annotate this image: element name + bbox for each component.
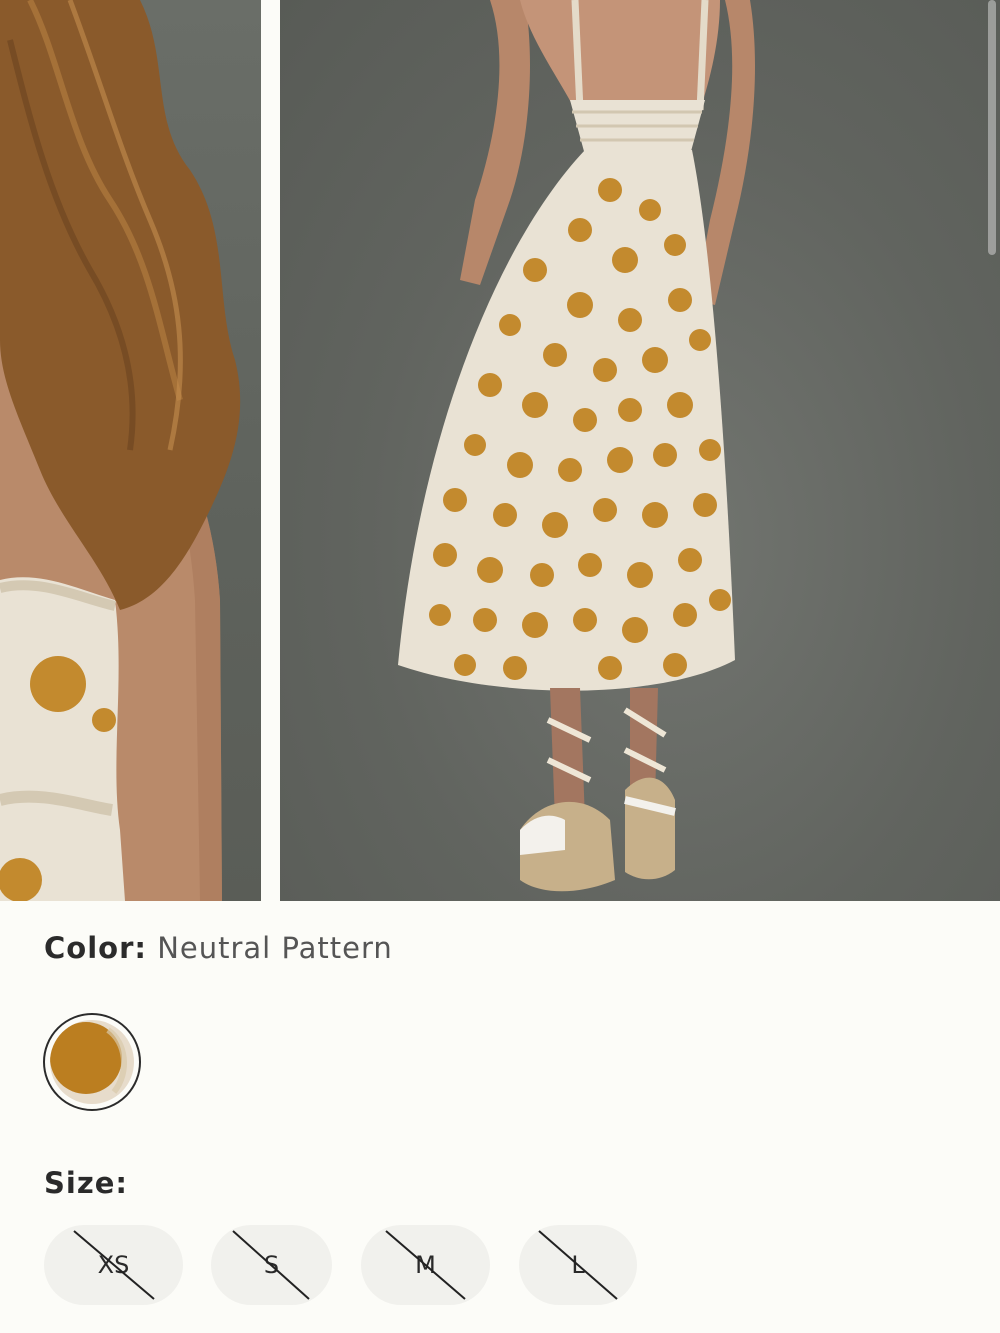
polka-dot [464, 434, 486, 456]
size-label: Size: [44, 1166, 128, 1200]
polka-dot [568, 218, 592, 242]
polka-dot [699, 439, 721, 461]
color-selection-label: Color: Neutral Pattern [44, 931, 393, 965]
polka-dot [593, 498, 617, 522]
polka-dot [639, 199, 661, 221]
gallery-scrollbar[interactable] [988, 0, 996, 255]
product-options: Color: Neutral Pattern Size: XS S M L [0, 901, 1000, 1333]
polka-dot [443, 488, 467, 512]
polka-dot [642, 502, 668, 528]
color-value: Neutral Pattern [157, 931, 393, 965]
polka-dot [612, 247, 638, 273]
polka-dot [642, 347, 668, 373]
unavailable-strike-icon [73, 1230, 155, 1300]
size-option-l[interactable]: L [519, 1225, 637, 1305]
polka-dot [673, 603, 697, 627]
polka-dot [567, 292, 593, 318]
polka-dot [493, 503, 517, 527]
polka-dot [664, 234, 686, 256]
polka-dot [668, 288, 692, 312]
polka-dot [507, 452, 533, 478]
polka-dot [578, 553, 602, 577]
polka-dot [618, 398, 642, 422]
polka-dot [523, 258, 547, 282]
main-photo-illustration [398, 0, 755, 892]
polka-dot [477, 557, 503, 583]
polka-dot [689, 329, 711, 351]
product-image-main[interactable] [280, 0, 1000, 901]
polka-dot [622, 617, 648, 643]
color-label: Color: [44, 931, 147, 965]
polka-dot [558, 458, 582, 482]
polka-dot [573, 408, 597, 432]
polka-dot [618, 308, 642, 332]
polka-dot [653, 443, 677, 467]
polka-dot [499, 314, 521, 336]
polka-dot [678, 548, 702, 572]
polka-dot [542, 512, 568, 538]
swatch-pattern [50, 1020, 134, 1104]
polka-dot [478, 373, 502, 397]
product-image-detail[interactable] [0, 0, 261, 901]
polka-dot [522, 392, 548, 418]
unavailable-strike-icon [232, 1230, 310, 1300]
polka-dot [543, 343, 567, 367]
polka-dot [429, 604, 451, 626]
polka-dot [598, 656, 622, 680]
polka-dot [598, 178, 622, 202]
polka-dot [607, 447, 633, 473]
size-option-s[interactable]: S [211, 1225, 332, 1305]
color-swatch-neutral-pattern[interactable] [43, 1013, 141, 1111]
polka-dot [627, 562, 653, 588]
polka-dot [709, 589, 731, 611]
detail-photo-illustration [0, 0, 241, 901]
polka-dot [522, 612, 548, 638]
polka-dot [433, 543, 457, 567]
polka-dot [573, 608, 597, 632]
polka-dot [593, 358, 617, 382]
polka-dot [503, 656, 527, 680]
size-option-m[interactable]: M [361, 1225, 490, 1305]
polka-dot [473, 608, 497, 632]
polka-dot [693, 493, 717, 517]
unavailable-strike-icon [385, 1230, 466, 1300]
polka-dot [530, 563, 554, 587]
product-image-gallery[interactable] [0, 0, 1000, 901]
size-option-xs[interactable]: XS [44, 1225, 183, 1305]
polka-dot [663, 653, 687, 677]
unavailable-strike-icon [538, 1230, 618, 1300]
polka-dot [454, 654, 476, 676]
polka-dot [667, 392, 693, 418]
